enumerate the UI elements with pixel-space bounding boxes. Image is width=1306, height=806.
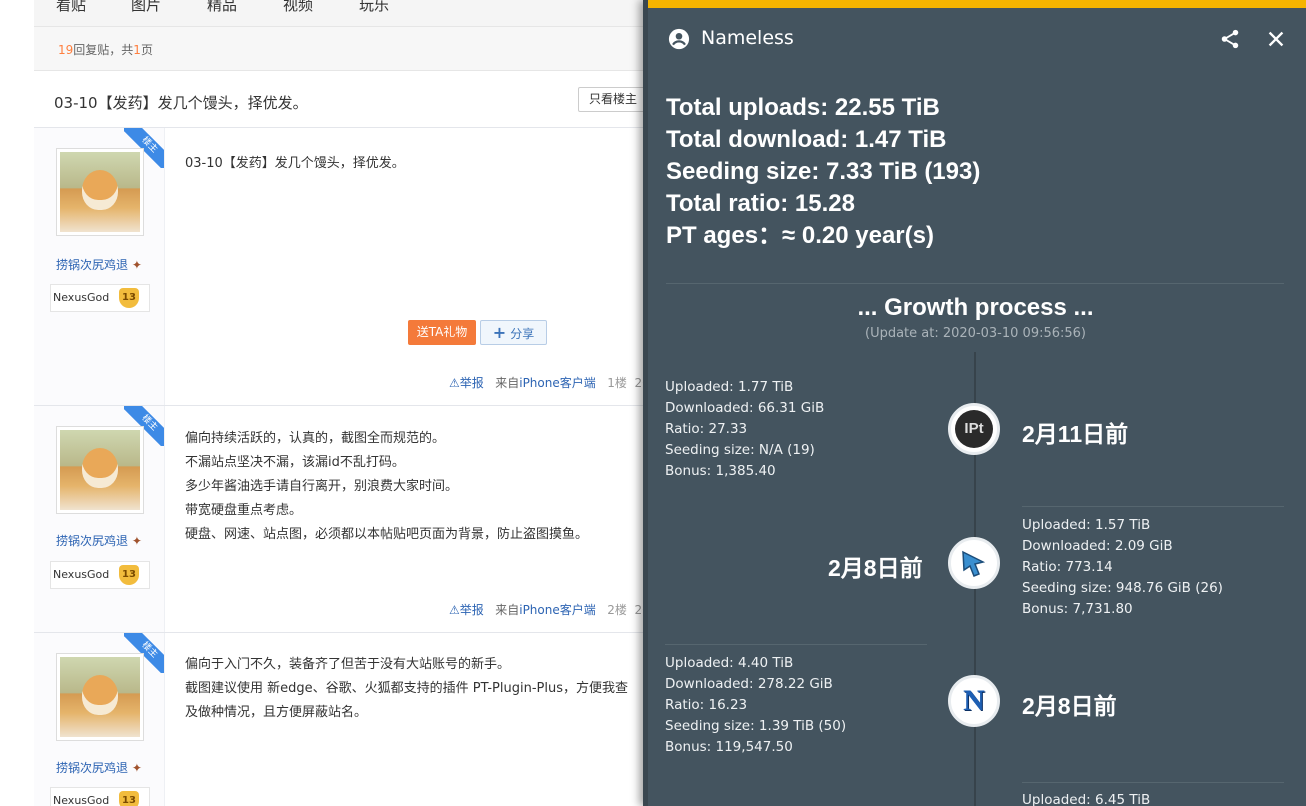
tab-fun[interactable]: 玩乐	[359, 0, 389, 15]
total-stats: Total uploads: 22.55 TiB Total download:…	[666, 92, 980, 252]
post-floor-2: 楼主 捞锅次尻鸡退 ✦ NexusGod 13 偏向持续活跃的，认真的，截图全而规…	[34, 406, 660, 633]
post-content: 偏向于入门不久，装备齐了但苦于没有大站账号的新手。 截图建议使用 新edge、谷…	[185, 657, 628, 720]
account-circle-icon	[668, 28, 690, 50]
post-content: 03-10【发药】发几个馒头，择优发。	[185, 156, 405, 171]
member-badge[interactable]: NexusGod 13	[50, 284, 150, 312]
floor-number: 2楼	[607, 603, 627, 617]
thread-title: 03-10【发药】发几个馒头，择优发。	[54, 94, 308, 112]
client-link[interactable]: iPhone客户端	[519, 376, 596, 390]
timeline-date: 2月11日前	[1022, 421, 1129, 447]
avatar[interactable]	[56, 426, 144, 514]
floor-number: 1楼	[607, 376, 627, 390]
close-icon[interactable]	[1265, 28, 1287, 50]
panel-accent-bar	[648, 0, 1306, 8]
panel-title: Nameless	[701, 27, 794, 49]
pt-ages: PT ages：≈ 0.20 year(s)	[666, 222, 934, 249]
member-badge[interactable]: NexusGod 13	[50, 787, 150, 806]
author-name[interactable]: 捞锅次尻鸡退 ✦	[56, 532, 142, 549]
timeline-date: 2月8日前	[828, 555, 923, 581]
post-tail: ⚠举报 来自iPhone客户端 1楼 20	[449, 374, 650, 391]
client-link[interactable]: iPhone客户端	[519, 603, 596, 617]
total-download: Total download: 1.47 TiB	[666, 126, 947, 153]
level-badge: 13	[119, 565, 139, 585]
seeding-size: Seeding size: 7.33 TiB (193)	[666, 158, 981, 185]
timeline-entry-stats: Uploaded: 4.40 TiB Downloaded: 278.22 Gi…	[665, 655, 847, 755]
growth-title: ... Growth process ...	[857, 294, 1094, 321]
divider	[666, 283, 1284, 284]
author-name[interactable]: 捞锅次尻鸡退 ✦	[56, 759, 142, 776]
avatar[interactable]	[56, 653, 144, 741]
report-link[interactable]: ⚠举报	[449, 376, 484, 390]
entry-divider	[665, 644, 927, 645]
post-content: 偏向持续活跃的，认真的，截图全而规范的。 不漏站点坚决不漏，该漏id不乱打码。 …	[185, 431, 589, 542]
entry-divider	[1022, 782, 1284, 783]
timeline-date: 2月8日前	[1022, 693, 1117, 719]
tab-posts[interactable]: 看贴	[56, 0, 86, 15]
ipt-logo-icon[interactable]: IPt	[948, 403, 1000, 455]
total-uploads: Total uploads: 22.55 TiB	[666, 94, 940, 121]
member-badge[interactable]: NexusGod 13	[50, 561, 150, 589]
reply-text: 回复贴，共	[73, 43, 134, 57]
post-floor-3: 楼主 捞锅次尻鸡退 ✦ NexusGod 13 偏向于入门不久，装备齐了但苦于没有…	[34, 633, 660, 806]
reply-count: 19	[58, 43, 74, 57]
total-ratio: Total ratio: 15.28	[666, 190, 855, 217]
arrow-logo-icon[interactable]	[948, 537, 1000, 589]
only-op-button[interactable]: 只看楼主	[578, 87, 648, 112]
update-timestamp: (Update at: 2020-03-10 09:56:56)	[865, 326, 1086, 341]
cursor-logo-icon	[962, 550, 986, 577]
report-link[interactable]: ⚠举报	[449, 603, 484, 617]
reply-summary: 19回复贴，共1页	[34, 27, 660, 71]
level-badge: 13	[119, 791, 139, 806]
tab-featured[interactable]: 精品	[207, 0, 237, 15]
reply-text-end: 页	[140, 43, 153, 57]
plus-icon: +	[492, 323, 507, 342]
timeline-entry-stats: Uploaded: 6.45 TiB	[1022, 792, 1151, 806]
tab-videos[interactable]: 视频	[283, 0, 313, 15]
post-floor-1: 楼主 捞锅次尻鸡退 ✦ NexusGod 13 03-10【发药】发几个馒头，择优…	[34, 128, 660, 406]
share-icon[interactable]	[1219, 28, 1241, 50]
thread-header: 03-10【发药】发几个馒头，择优发。 只看楼主	[34, 72, 660, 128]
panel-header: Nameless	[648, 8, 1306, 64]
entry-divider	[1022, 506, 1284, 507]
timeline-entry-stats: Uploaded: 1.57 TiB Downloaded: 2.09 GiB …	[1022, 517, 1223, 617]
tab-images[interactable]: 图片	[131, 0, 161, 15]
level-badge: 13	[119, 288, 139, 308]
post-tail: ⚠举报 来自iPhone客户端 2楼 20	[449, 601, 650, 618]
forum-tab-bar: 看贴 图片 精品 视频 玩乐	[34, 0, 660, 27]
author-name[interactable]: 捞锅次尻鸡退 ✦	[56, 256, 142, 273]
share-button[interactable]: + 分享	[480, 320, 547, 345]
pt-stats-panel: Nameless Total uploads: 22.55 TiB Total …	[643, 0, 1306, 806]
page-count: 1	[133, 43, 141, 57]
send-gift-button[interactable]: 送TA礼物	[408, 320, 476, 345]
forum-page: 看贴 图片 精品 视频 玩乐 19回复贴，共1页 03-10【发药】发几个馒头，…	[0, 0, 660, 806]
timeline-entry-stats: Uploaded: 1.77 TiB Downloaded: 66.31 GiB…	[665, 379, 825, 479]
n-logo-icon[interactable]: N	[948, 675, 1000, 727]
avatar[interactable]	[56, 148, 144, 236]
